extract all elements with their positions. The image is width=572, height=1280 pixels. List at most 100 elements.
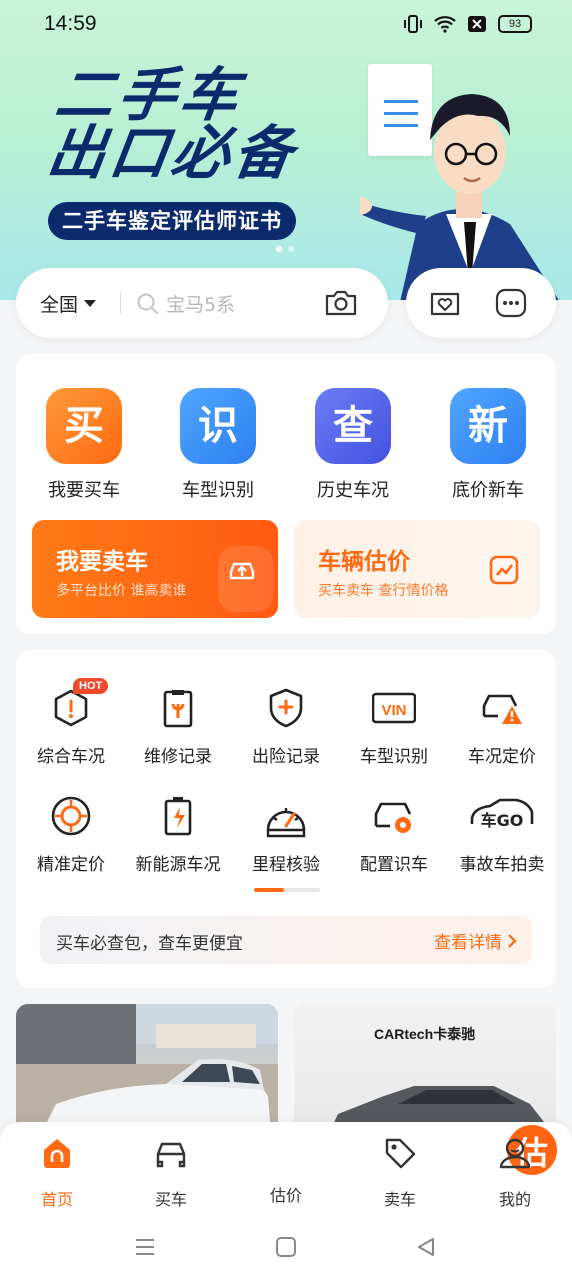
shield-plus-icon xyxy=(269,688,303,728)
quick-label: 我要买车 xyxy=(48,480,120,501)
car-warning-icon xyxy=(482,694,522,724)
car-go-logo-icon: 车GO xyxy=(470,798,534,830)
quick-buy-car[interactable]: 买 我要买车 xyxy=(34,388,134,502)
hero-subtitle: 二手车鉴定评估师证书 xyxy=(48,202,296,240)
sell-title: 我要卖车 xyxy=(56,549,148,575)
tool-ev-condition[interactable]: 新能源车况 xyxy=(123,794,233,875)
promo-text: 买车必查包，查车更便宜 xyxy=(56,934,243,954)
nav-sell-car[interactable]: 卖车 xyxy=(360,1136,440,1210)
vibrate-icon xyxy=(402,14,424,34)
nav-label: 估价 xyxy=(269,1186,302,1205)
tool-insurance-records[interactable]: 出险记录 xyxy=(231,686,341,767)
hero-title-line2: 出口必备 xyxy=(43,119,301,187)
tool-label: 维修记录 xyxy=(144,747,212,767)
wifi-icon xyxy=(434,14,456,34)
check-icon: 查 xyxy=(315,388,391,464)
home-icon xyxy=(44,1139,70,1168)
hero-banner[interactable]: 14:59 93 二手车 出口必备 二手车鉴定评估师证书 xyxy=(0,0,572,300)
nav-label: 我的 xyxy=(498,1190,531,1209)
chevron-right-icon xyxy=(508,933,517,948)
car-go-text: 车GO xyxy=(481,811,524,830)
nav-buy-car[interactable]: 买车 xyxy=(131,1136,211,1210)
recognize-icon: 识 xyxy=(180,388,256,464)
vin-text: VIN xyxy=(381,702,406,719)
sell-subtitle: 多平台比价 谁高卖谁 xyxy=(56,583,187,599)
tool-accident-auction[interactable]: 车GO 事故车拍卖 xyxy=(447,794,557,875)
tool-precise-pricing[interactable]: 精准定价 xyxy=(16,794,126,875)
region-selector[interactable]: 全国 xyxy=(40,290,97,317)
sell-car-icon xyxy=(229,562,255,580)
search-icon xyxy=(137,293,158,314)
status-bar: 14:59 93 xyxy=(0,0,572,52)
promo-banner[interactable]: 买车必查包，查车更便宜 查看详情 xyxy=(40,916,532,964)
nav-label: 首页 xyxy=(40,1190,73,1209)
carousel-dots xyxy=(276,246,294,252)
sell-car-button[interactable]: 我要卖车 多平台比价 谁高卖谁 xyxy=(32,520,278,618)
tool-mileage-check[interactable]: 里程核验 xyxy=(231,794,341,875)
favorites-icon[interactable] xyxy=(428,288,462,318)
tool-label: 配置识车 xyxy=(360,855,428,875)
tool-condition-pricing[interactable]: 车况定价 xyxy=(447,686,557,767)
advisor-illustration xyxy=(360,94,559,300)
hot-badge: HOT xyxy=(73,678,109,694)
buy-icon: 买 xyxy=(46,388,122,464)
shortcut-pill xyxy=(406,268,556,338)
promo-link[interactable]: 查看详情 xyxy=(434,928,518,953)
nav-valuation[interactable]: 估 估价 xyxy=(246,1122,560,1206)
quick-label: 底价新车 xyxy=(452,480,524,501)
system-nav-bar xyxy=(0,1222,572,1280)
sim-off-icon xyxy=(466,14,488,34)
home-button-icon[interactable] xyxy=(275,1236,297,1258)
tool-label: 车况定价 xyxy=(468,747,536,767)
search-bar[interactable]: 全国 宝马5系 xyxy=(16,268,388,338)
tool-label: 里程核验 xyxy=(252,855,320,875)
tool-config-recognition[interactable]: 配置识车 xyxy=(339,794,449,875)
hero-title: 二手车 出口必备 xyxy=(43,61,308,187)
tool-label: 事故车拍卖 xyxy=(459,855,545,875)
quick-label: 历史车况 xyxy=(317,480,389,501)
quick-new-car[interactable]: 新 底价新车 xyxy=(438,388,538,502)
clipboard-wrench-icon xyxy=(163,690,193,728)
region-label: 全国 xyxy=(40,294,79,316)
tool-repair-records[interactable]: 维修记录 xyxy=(123,686,233,767)
search-input[interactable]: 宝马5系 xyxy=(166,290,235,317)
nav-label: 卖车 xyxy=(383,1190,416,1209)
tool-label: 出险记录 xyxy=(252,747,320,767)
odometer-icon xyxy=(266,808,306,838)
tool-label: 新能源车况 xyxy=(135,855,221,875)
user-icon xyxy=(499,1138,531,1169)
vin-icon: VIN xyxy=(371,692,417,724)
back-icon[interactable] xyxy=(415,1236,437,1258)
tool-overall-condition[interactable]: HOT 综合车况 xyxy=(16,678,126,767)
tools-card: HOT 综合车况 维修记录 出险记录 VIN 车型识别 车况定价 精准定价 新能… xyxy=(16,650,556,988)
quick-label: 车型识别 xyxy=(182,480,254,501)
tools-scroll-indicator xyxy=(254,888,320,892)
nav-profile[interactable]: 我的 xyxy=(475,1136,555,1210)
valuation-title: 车辆估价 xyxy=(318,549,410,575)
tool-label: 精准定价 xyxy=(37,855,105,875)
hero-title-line1: 二手车 xyxy=(51,61,247,129)
message-icon[interactable] xyxy=(494,288,528,318)
target-icon xyxy=(51,796,91,836)
tool-label: 车型识别 xyxy=(360,747,428,767)
bottom-nav: 首页 买车 估 估价 卖车 我的 xyxy=(0,1122,572,1222)
status-time: 14:59 xyxy=(44,12,97,35)
trend-chart-icon xyxy=(489,555,519,585)
divider xyxy=(120,292,121,314)
quick-history-report[interactable]: 查 历史车况 xyxy=(303,388,403,502)
menu-icon[interactable] xyxy=(134,1236,156,1258)
car-gear-icon xyxy=(374,802,412,833)
camera-icon[interactable] xyxy=(324,288,358,318)
battery-bolt-icon xyxy=(164,797,192,836)
quick-model-recognition[interactable]: 识 车型识别 xyxy=(168,388,268,502)
car-icon xyxy=(156,1142,186,1168)
car-valuation-button[interactable]: 车辆估价 买车卖车 查行情价格 xyxy=(294,520,540,618)
valuation-subtitle: 买车卖车 查行情价格 xyxy=(318,583,449,599)
promo-link-label: 查看详情 xyxy=(434,933,502,953)
tool-vin-recognition[interactable]: VIN 车型识别 xyxy=(339,686,449,767)
battery-indicator: 93 xyxy=(498,15,532,33)
main-services-card: 买 我要买车 识 车型识别 查 历史车况 新 底价新车 我要卖车 多平台比价 谁… xyxy=(16,354,556,634)
nav-home[interactable]: 首页 xyxy=(17,1136,97,1210)
nav-label: 买车 xyxy=(154,1190,187,1209)
tag-icon xyxy=(385,1138,416,1169)
